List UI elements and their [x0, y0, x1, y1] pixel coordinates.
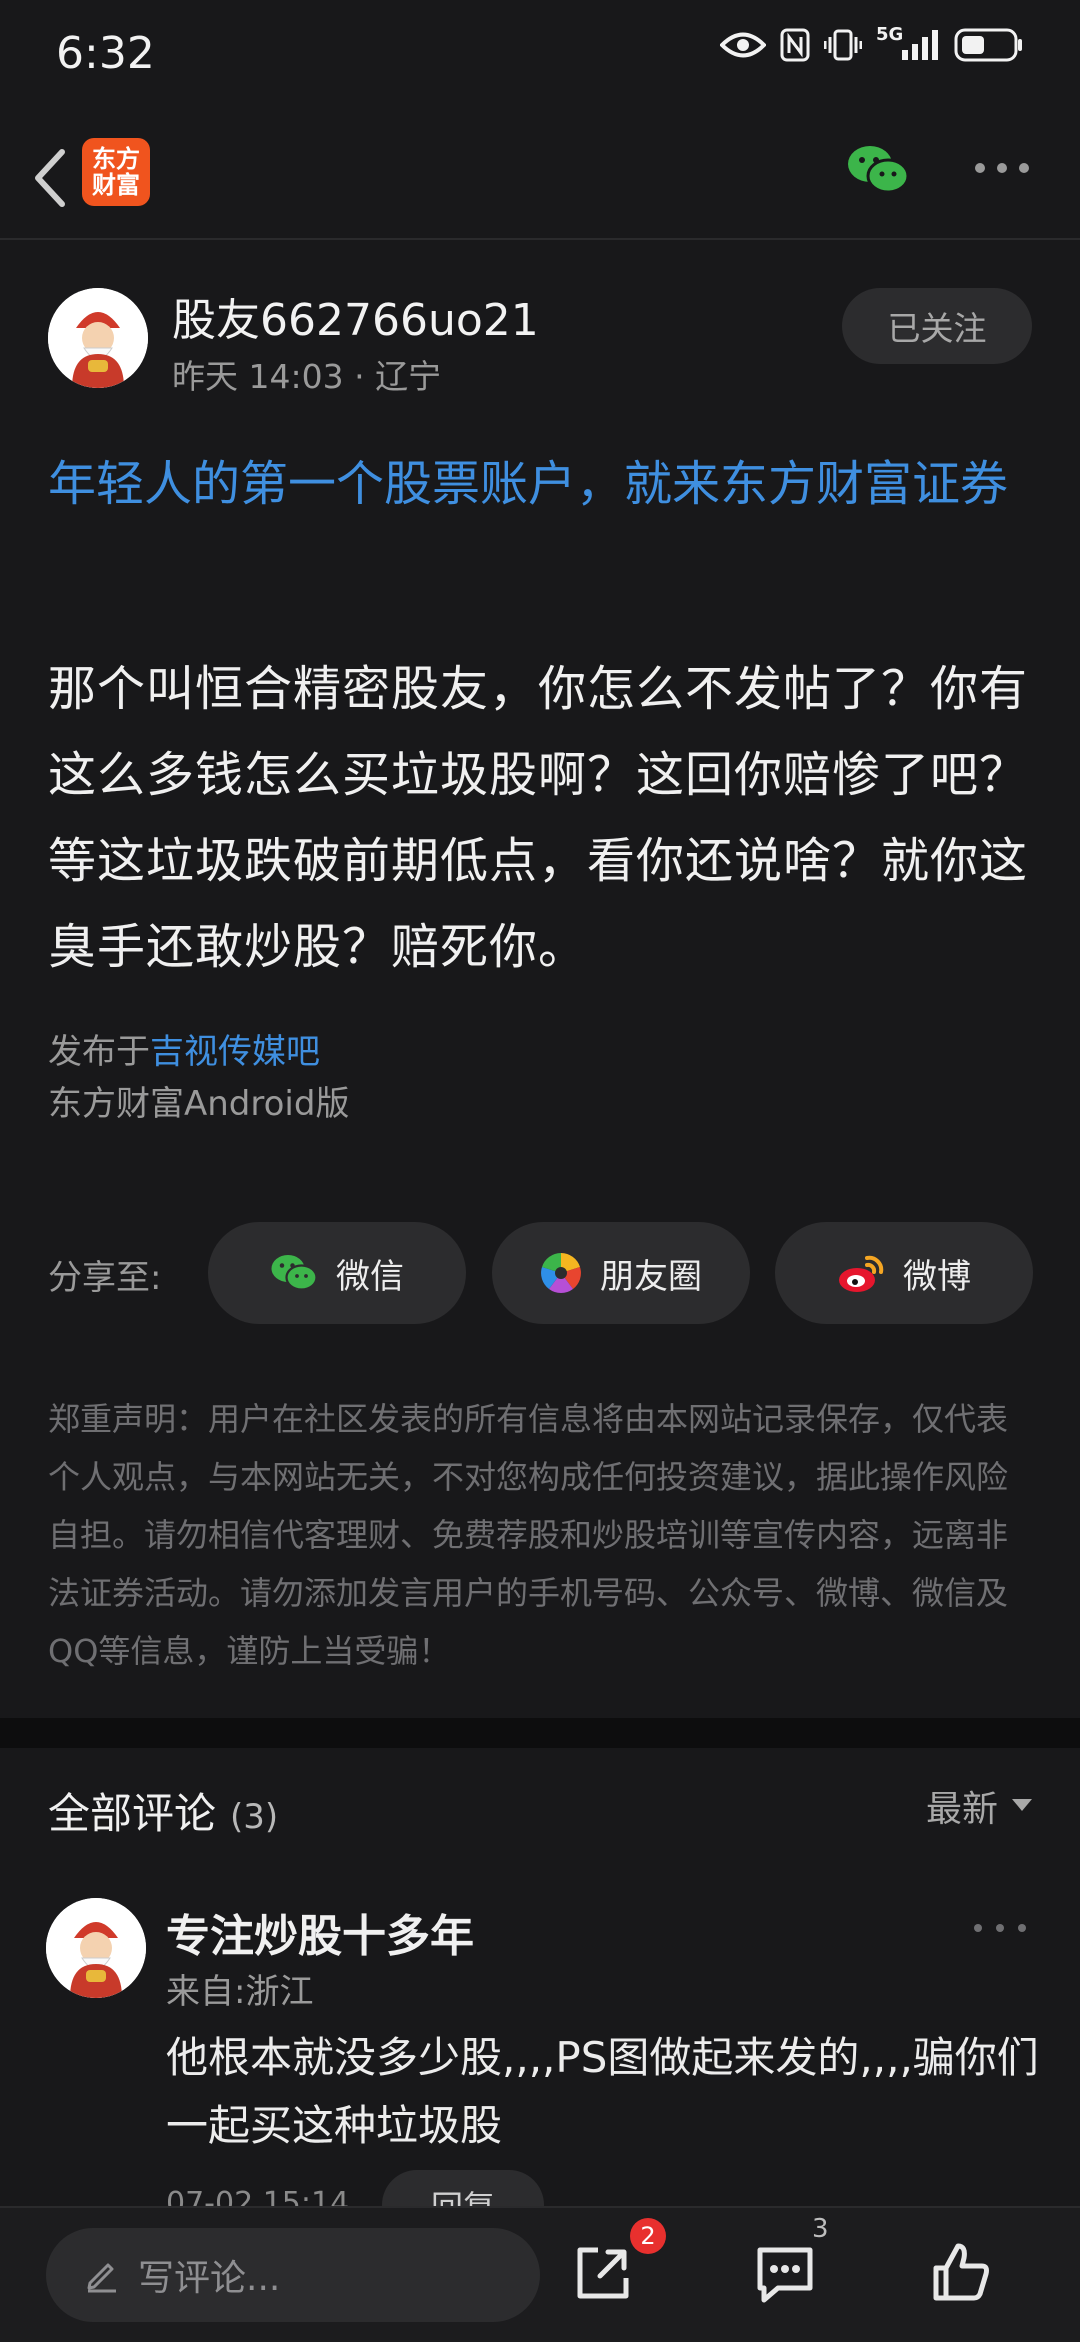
comment-count: 3 — [812, 2214, 829, 2244]
chevron-left-icon — [35, 149, 65, 207]
pencil-icon — [87, 2263, 116, 2293]
post-time: 昨天 14:03 — [172, 357, 344, 396]
author-avatar[interactable] — [48, 288, 148, 388]
wechat-share-button[interactable] — [846, 142, 910, 198]
like-button[interactable] — [928, 2240, 994, 2306]
section-divider — [0, 1718, 1080, 1748]
app-logo[interactable]: 东方 财富 — [82, 138, 150, 206]
status-icons: 5G — [720, 24, 1024, 62]
post-body: 那个叫恒合精密股友，你怎么不发帖了？你有这么多钱怎么买垃圾股啊？这回你赔惨了吧？… — [48, 661, 1029, 975]
share-moments-label: 朋友圈 — [600, 1256, 702, 1297]
meta-separator: · — [354, 357, 376, 396]
eye-icon — [720, 32, 766, 58]
publish-info: 发布于吉视传媒吧 东方财富Android版 — [48, 1026, 349, 1130]
comment-text: 他根本就没多少股,,,,PS图做起来发的,,,,骗你们一起买这种垃圾股 — [166, 2033, 1039, 2150]
moments-icon — [541, 1253, 581, 1293]
share-moments-button[interactable]: 朋友圈 — [492, 1222, 750, 1324]
status-time: 6:32 — [56, 28, 155, 79]
wechat-icon — [848, 146, 910, 194]
share-icon — [577, 2247, 629, 2299]
logo-line1: 东方 — [92, 145, 140, 173]
nfc-icon — [780, 28, 810, 62]
share-wechat-button[interactable]: 微信 — [208, 1222, 466, 1324]
nav-bar: 东方 财富 — [0, 118, 1080, 240]
battery-icon — [954, 28, 1022, 62]
caret-down-icon — [1012, 1799, 1032, 1811]
sort-label: 最新 — [925, 1789, 998, 1830]
publish-client: 东方财富Android版 — [48, 1084, 350, 1124]
write-comment-placeholder: 写评论... — [138, 2258, 281, 2299]
comments-button[interactable]: 3 — [752, 2214, 829, 2306]
thumbs-up-icon — [933, 2243, 989, 2301]
post-title-ad-link[interactable]: 年轻人的第一个股票账户，就来东方财富证券 — [48, 444, 1038, 524]
write-comment-input[interactable]: 写评论... — [46, 2228, 540, 2322]
author-name[interactable]: 股友662766uo21 — [172, 284, 539, 348]
publish-prefix: 发布于 — [48, 1032, 150, 1072]
board-link[interactable]: 吉视传媒吧 — [150, 1032, 320, 1072]
comments-title: 全部评论 — [48, 1789, 217, 1838]
share-weibo-button[interactable]: 微博 — [775, 1222, 1033, 1324]
publish-board-line: 发布于吉视传媒吧 — [48, 1026, 349, 1078]
sort-dropdown[interactable]: 最新 — [926, 1780, 1032, 1832]
bottom-action-bar: 写评论... 2 3 — [0, 2206, 1080, 2342]
wechat-icon — [271, 1255, 318, 1291]
author-location: 辽宁 — [375, 357, 442, 396]
author-meta: 昨天 14:03 · 辽宁 — [172, 350, 441, 398]
share-button[interactable]: 2 — [570, 2218, 666, 2306]
more-icon — [975, 163, 1029, 173]
share-weibo-label: 微博 — [903, 1256, 971, 1297]
follow-button[interactable]: 已关注 — [842, 288, 1032, 364]
logo-line2: 财富 — [92, 171, 140, 199]
disclaimer-text: 郑重声明：用户在社区发表的所有信息将由本网站记录保存，仅代表个人观点，与本网站无… — [48, 1400, 1009, 1670]
status-bar: 6:32 5G — [0, 0, 1080, 110]
comment-icon — [757, 2247, 813, 2303]
commenter-name[interactable]: 专注炒股十多年 — [166, 1900, 474, 1964]
share-label: 分享至: — [48, 1258, 162, 1298]
share-badge: 2 — [630, 2218, 666, 2254]
vibrate-icon — [824, 29, 862, 61]
signal-icon: 5G — [876, 24, 940, 62]
commenter-location: 来自:浙江 — [166, 1972, 314, 2012]
comment-more-button[interactable] — [970, 1918, 1030, 1938]
share-wechat-label: 微信 — [336, 1256, 404, 1297]
more-icon — [974, 1924, 1026, 1932]
commenter-avatar[interactable] — [46, 1898, 146, 1998]
comments-count: (3) — [230, 1797, 279, 1837]
more-options-button[interactable] — [972, 158, 1032, 178]
weibo-icon — [839, 1255, 884, 1292]
back-button[interactable] — [20, 140, 90, 216]
comments-header: 全部评论 (3) — [48, 1780, 278, 1841]
